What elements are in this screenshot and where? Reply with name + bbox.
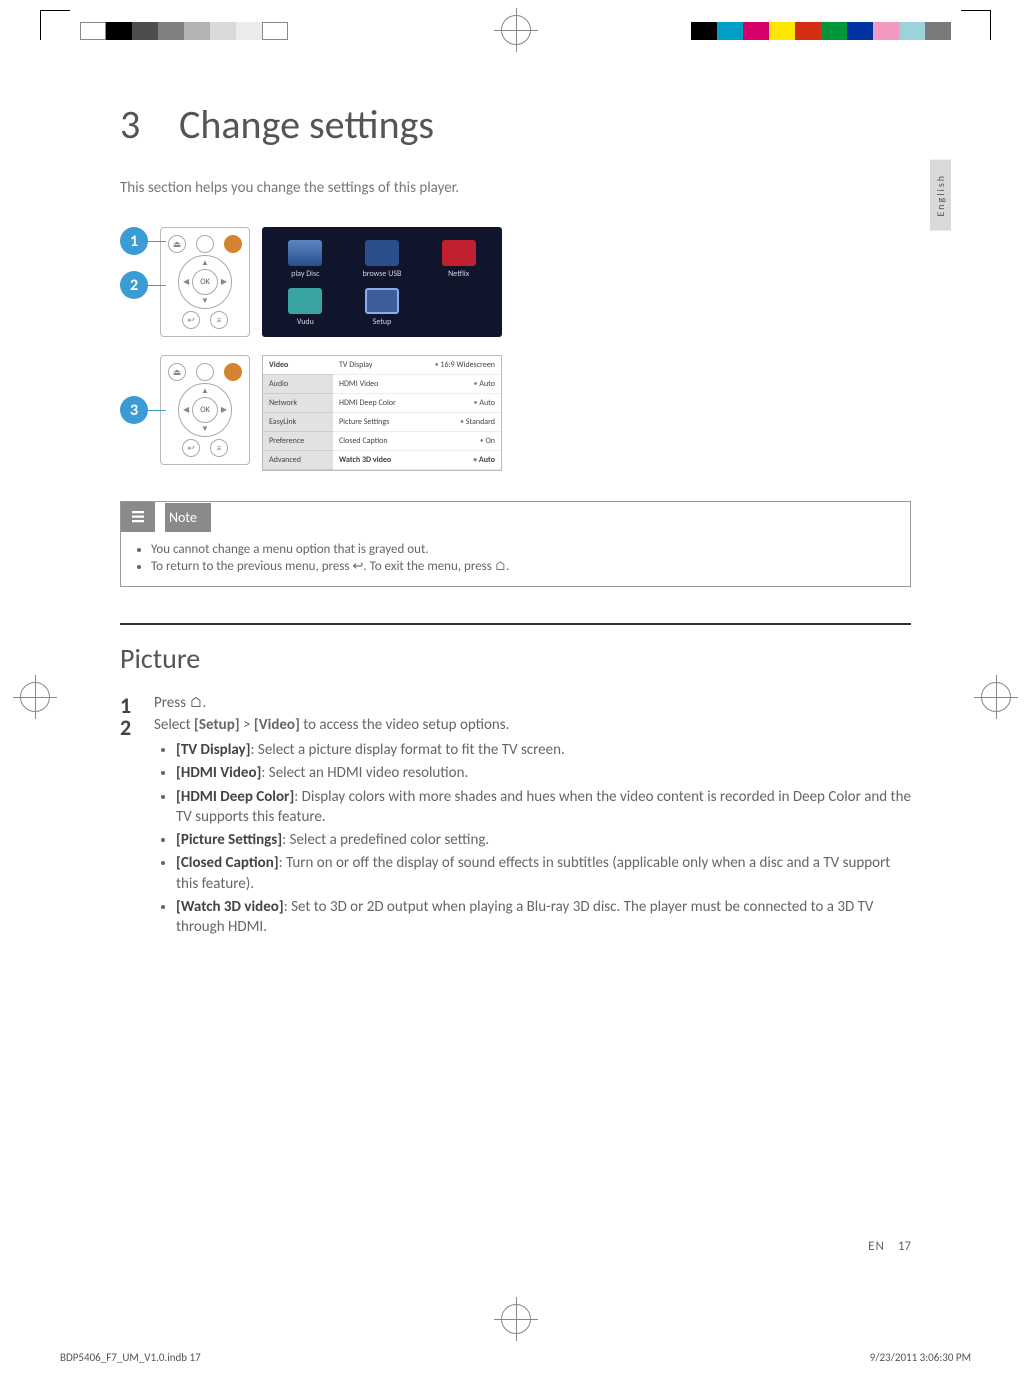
- settings-sidebar: Video Audio Network EasyLink Preference …: [263, 356, 333, 470]
- app-label: Setup: [373, 317, 392, 327]
- section-rule: [120, 623, 911, 625]
- setting-label: TV Display: [339, 360, 372, 370]
- setting-value: 16:9 Widescreen: [435, 360, 495, 370]
- option-item: [Picture Settings]: Select a predefined …: [176, 830, 911, 850]
- sidebar-item: Audio: [263, 375, 333, 394]
- remote-ok-button: OK: [192, 269, 218, 295]
- home-menu-screenshot: play Disc browse USB Netflix Vudu Setup: [262, 227, 502, 337]
- remote-home-icon: [224, 363, 242, 381]
- note-box: Note You cannot change a menu option tha…: [120, 501, 911, 587]
- app-label: play Disc: [291, 269, 319, 279]
- setting-value: Auto: [473, 455, 495, 465]
- sidebar-item: Preference: [263, 432, 333, 451]
- option-item: [Closed Caption]: Turn on or off the dis…: [176, 853, 911, 894]
- settings-menu-screenshot: Video Audio Network EasyLink Preference …: [262, 355, 502, 471]
- page-number: EN 17: [868, 1239, 911, 1254]
- registration-mark-icon: [501, 1304, 531, 1334]
- remote-options-icon: ≡: [210, 311, 228, 329]
- option-item: [TV Display]: Select a picture display f…: [176, 740, 911, 760]
- play-disc-icon: [288, 240, 322, 266]
- figure-home-menu: 1 2 ⏏ ▲▼◀▶ OK ↩ ≡ play Disc browse USB N…: [120, 227, 911, 337]
- setting-label: Picture Settings: [339, 417, 389, 427]
- setting-value: Auto: [474, 398, 495, 408]
- callout-3: 3: [120, 396, 148, 424]
- app-label: Vudu: [297, 317, 314, 327]
- intro-text: This section helps you change the settin…: [120, 179, 911, 197]
- callout-2: 2: [120, 271, 148, 299]
- step-text: Select [Setup] > [Video] to access the v…: [154, 716, 509, 734]
- remote-disc-icon: ⏏: [168, 235, 186, 253]
- sidebar-item: EasyLink: [263, 413, 333, 432]
- remote-menu-icon: [196, 235, 214, 253]
- callout-1: 1: [120, 227, 148, 255]
- step-2: Select [Setup] > [Video] to access the v…: [120, 716, 911, 937]
- sidebar-item: Video: [263, 356, 333, 375]
- registration-mark-icon: [981, 682, 1011, 712]
- note-item: To return to the previous menu, press ↩.…: [151, 559, 896, 574]
- calibration-bar-grayscale: [80, 22, 288, 40]
- app-label: browse USB: [363, 269, 402, 279]
- remote-options-icon: ≡: [210, 439, 228, 457]
- section-heading-picture: Picture: [120, 641, 911, 676]
- setting-value: Auto: [474, 379, 495, 389]
- note-title: Note: [165, 503, 211, 532]
- note-icon: [121, 502, 155, 532]
- app-label: Netflix: [448, 269, 469, 279]
- remote-back-icon: ↩: [182, 439, 200, 457]
- setting-value: On: [480, 436, 495, 446]
- imprint-footer: BDP5406_F7_UM_V1.0.indb 17 9/23/2011 3:0…: [60, 1351, 971, 1364]
- chapter-heading: 3 Change settings: [120, 100, 911, 149]
- language-tab: English: [930, 160, 951, 231]
- sidebar-item: Network: [263, 394, 333, 413]
- imprint-date: 9/23/2011 3:06:30 PM: [870, 1351, 971, 1364]
- imprint-file: BDP5406_F7_UM_V1.0.indb 17: [60, 1351, 201, 1364]
- option-item: [HDMI Deep Color]: Display colors with m…: [176, 787, 911, 828]
- remote-back-icon: ↩: [182, 311, 200, 329]
- browse-usb-icon: [365, 240, 399, 266]
- remote-menu-icon: [196, 363, 214, 381]
- setup-icon: [365, 288, 399, 314]
- remote-illustration: ⏏ ▲▼◀▶ OK ↩ ≡: [160, 227, 250, 337]
- chapter-title: Change settings: [179, 100, 434, 149]
- remote-dpad: ▲▼◀▶ OK: [178, 383, 232, 437]
- option-item: [Watch 3D video]: Set to 3D or 2D output…: [176, 897, 911, 938]
- chapter-number: 3: [120, 100, 170, 149]
- remote-illustration: ⏏ ▲▼◀▶ OK ↩ ≡: [160, 355, 250, 465]
- vudu-icon: [288, 288, 322, 314]
- crop-mark: [40, 10, 70, 40]
- remote-dpad: ▲▼◀▶ OK: [178, 255, 232, 309]
- crop-mark: [961, 10, 991, 40]
- remote-ok-button: OK: [192, 397, 218, 423]
- note-item: You cannot change a menu option that is …: [151, 542, 896, 557]
- figure-settings: 3 ⏏ ▲▼◀▶ OK ↩ ≡ Video Audio Network Easy…: [120, 355, 911, 471]
- remote-home-icon: [224, 235, 242, 253]
- sidebar-item: Advanced: [263, 451, 333, 470]
- setting-label: Closed Caption: [339, 436, 388, 446]
- settings-options: TV Display 16:9 Widescreen HDMI Video Auto…: [333, 356, 501, 470]
- step-text: Press ⌂.: [154, 694, 206, 712]
- option-item: [HDMI Video]: Select an HDMI video resol…: [176, 763, 911, 783]
- registration-mark-icon: [20, 682, 50, 712]
- step-1: Press ⌂.: [120, 694, 911, 712]
- netflix-icon: [442, 240, 476, 266]
- setting-label: HDMI Deep Color: [339, 398, 396, 408]
- setting-label: HDMI Video: [339, 379, 378, 389]
- remote-disc-icon: ⏏: [168, 363, 186, 381]
- registration-mark-icon: [501, 15, 531, 45]
- calibration-bar-color: [691, 22, 951, 40]
- setting-label: Watch 3D video: [339, 455, 391, 465]
- setting-value: Standard: [460, 417, 495, 427]
